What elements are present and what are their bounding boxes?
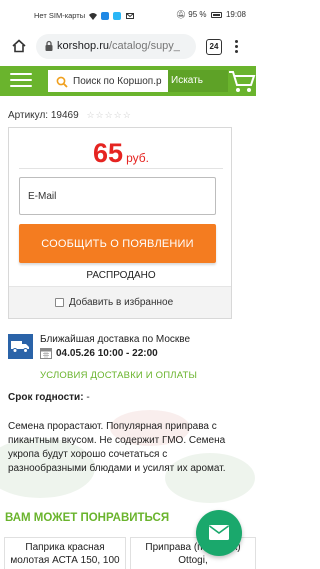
- divider: [19, 168, 223, 169]
- clock: 19:08: [225, 10, 246, 19]
- search-input[interactable]: [73, 71, 169, 91]
- battery-icon: [210, 11, 222, 18]
- status-left: Нет SIM-карты: [34, 11, 134, 21]
- email-notification-icon: [125, 12, 134, 20]
- purchase-card: 65руб. СООБЩИТЬ О ПОЯВЛЕНИИ РАСПРОДАНО Д…: [8, 127, 232, 319]
- shelf-life-value: -: [83, 392, 90, 403]
- add-to-favorites[interactable]: Добавить в избранное: [9, 286, 231, 318]
- tab-switcher-button[interactable]: 24: [206, 39, 222, 55]
- battery-percent: 95 %: [188, 10, 207, 19]
- cart-icon[interactable]: [226, 68, 256, 94]
- delivery-terms-link[interactable]: УСЛОВИЯ ДОСТАВКИ И ОПЛАТЫ: [40, 370, 197, 381]
- price: 65 руб.: [9, 138, 233, 169]
- article-number: Артикул: 19469 ☆☆☆☆☆: [8, 110, 132, 121]
- price-value: 65: [93, 138, 124, 168]
- search-button[interactable]: Искать: [168, 70, 228, 92]
- article-text: Артикул: 19469: [8, 110, 79, 121]
- url-path: /catalog/supy_: [108, 40, 180, 52]
- price-currency: руб.: [126, 151, 149, 165]
- favorite-checkbox[interactable]: [55, 298, 64, 307]
- product-description: Семена прорастают. Популярная приправа с…: [8, 421, 226, 474]
- browser-menu-icon[interactable]: [235, 40, 239, 54]
- browser-toolbar: korshop.ru/catalog/supy_ 24: [0, 31, 256, 62]
- site-header: Искать: [0, 66, 256, 96]
- delivery-title: Ближайшая доставка по Москве: [40, 334, 191, 345]
- calendar-icon: [40, 348, 52, 359]
- wifi-icon: [89, 12, 98, 21]
- status-bar: Нет SIM-карты 🔕︎ 95 % 19:08: [0, 0, 256, 31]
- url-host: korshop.ru: [57, 40, 109, 52]
- menu-icon[interactable]: [10, 73, 32, 89]
- recommended-product[interactable]: Паприка красная молотая АСТА 150, 100: [4, 537, 126, 569]
- address-bar[interactable]: korshop.ru/catalog/supy_: [36, 34, 196, 59]
- email-field[interactable]: [19, 177, 216, 215]
- mail-icon: [209, 525, 229, 540]
- carrier-text: Нет SIM-карты: [34, 11, 86, 20]
- url-text[interactable]: korshop.ru/catalog/supy_: [57, 40, 180, 52]
- recommendations-title: ВАМ МОЖЕТ ПОНРАВИТЬСЯ: [5, 512, 170, 524]
- search-icon: [56, 76, 68, 88]
- recommended-product-name[interactable]: Паприка красная молотая АСТА 150, 100: [10, 542, 119, 566]
- truck-icon: [8, 334, 33, 359]
- sold-out-status: РАСПРОДАНО: [86, 270, 156, 281]
- shelf-life: Срок годности: -: [8, 392, 90, 403]
- app-notification-icon: [101, 12, 110, 21]
- contact-mail-button[interactable]: [196, 510, 242, 556]
- lock-icon[interactable]: [43, 40, 55, 52]
- favorite-label[interactable]: Добавить в избранное: [69, 297, 173, 308]
- delivery-date: 04.05.26 10:00 - 22:00: [56, 348, 158, 359]
- app-notification-icon-2: [113, 12, 122, 21]
- mute-icon: 🔕︎: [175, 10, 187, 19]
- search-box: [48, 70, 169, 92]
- shelf-life-label: Срок годности:: [8, 392, 84, 403]
- notify-button[interactable]: СООБЩИТЬ О ПОЯВЛЕНИИ: [19, 224, 216, 263]
- home-icon[interactable]: [12, 39, 26, 53]
- status-right: 🔕︎ 95 % 19:08: [176, 10, 246, 19]
- rating-stars[interactable]: ☆☆☆☆☆: [86, 110, 131, 121]
